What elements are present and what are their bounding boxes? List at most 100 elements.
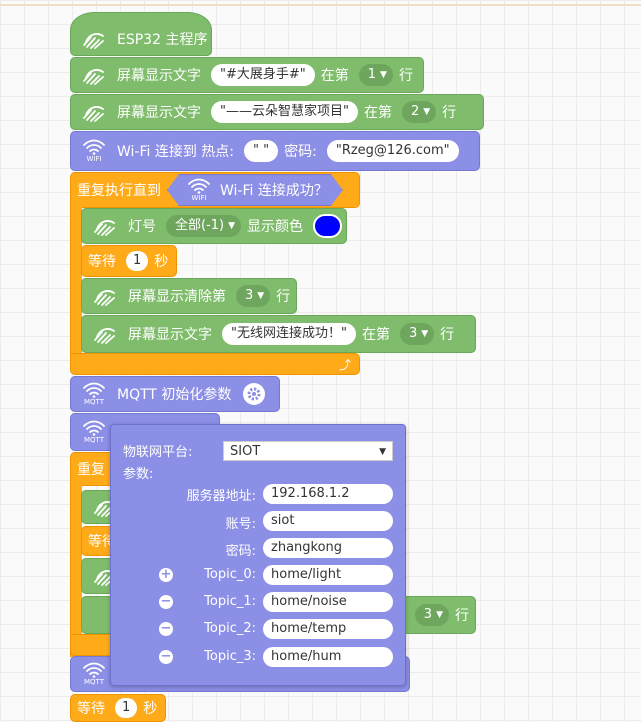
row-dropdown[interactable]: 2 ▼ [401,101,437,123]
password-label: 密码: [284,144,317,160]
account-input[interactable]: siot [263,511,393,531]
platform-label: 物联网平台: [123,445,193,460]
hand-icon [79,26,109,52]
row-value: 3 [408,326,418,341]
password-value: zhangkong [271,540,343,555]
wifi-icon-text: WIFI [86,155,102,163]
password-input[interactable]: zhangkong [263,538,393,558]
topic-3-label: Topic_3: [204,649,256,664]
screen-text-label: 屏幕显示文字 [128,327,212,343]
platform-select[interactable]: SIOT ▼ [223,441,393,461]
screen-clear-label: 屏幕显示清除第 [128,289,226,305]
wait-input[interactable]: 1 [126,251,149,271]
repeat-until-label: 重复执行直到 [77,183,161,199]
color-label: 显示颜色 [247,219,304,235]
platform-value: SIOT [230,444,261,459]
wait-label: 等待 [77,701,105,717]
row-dropdown[interactable]: 3 ▼ [399,323,435,345]
chevron-down-icon: ▼ [228,221,236,231]
row-prefix: 在第 [320,68,349,84]
account-value: siot [271,513,295,528]
mqtt-wifi-icon: MQTT [79,661,109,687]
led-value: 全部(-1) [175,218,225,233]
repeat-until-foot: ⤴ [70,353,360,375]
loop-arrow-icon: ⤴ [338,357,351,372]
hand-icon [79,99,109,125]
gear-icon[interactable] [243,383,266,405]
wifi-connect-block[interactable]: WIFI Wi-Fi 连接到 热点: " " 密码: "Rzeg@126.com… [70,131,480,171]
screen-text-label: 屏幕显示文字 [117,68,201,84]
wait-input[interactable]: 1 [115,698,138,718]
led-label: 灯号 [128,219,156,235]
topic-0-input[interactable]: home/light [263,565,393,585]
text-input[interactable]: "——云朵智慧家项目" [211,101,358,123]
row-dropdown[interactable]: 3 ▼ [414,604,449,626]
chevron-down-icon: ▼ [380,70,387,80]
hand-icon [79,62,109,88]
hand-icon [90,321,120,347]
topic-0-label: Topic_0: [204,567,256,582]
mqtt-init-label: MQTT 初始化参数 [117,387,232,403]
row-suffix: 行 [442,105,457,121]
row-prefix: 在第 [363,105,392,121]
mqtt-wifi-icon: MQTT [79,381,109,407]
screen-text-label: 屏幕显示文字 [117,105,201,121]
wait-block[interactable]: 等待 1 秒 [81,245,177,277]
led-color-block[interactable]: 灯号 全部(-1) ▼ 显示颜色 [81,208,347,244]
mqtt-icon-text: MQTT [84,678,104,686]
row-prefix: 在第 [361,327,390,343]
text-input[interactable]: "无线网连接成功！" [222,323,356,345]
chevron-down-icon: ▼ [436,610,443,620]
row-dropdown[interactable]: 3 ▼ [236,285,271,307]
wait-unit: 秒 [143,701,158,717]
mqtt-wifi-icon: MQTT [79,419,109,445]
screen-text-block-1[interactable]: 屏幕显示文字 "#大展身手#" 在第 1 ▼ 行 [70,57,424,93]
row-suffix: 行 [276,289,291,305]
server-address-label: 服务器地址: [186,489,256,504]
chevron-down-icon: ▼ [257,291,265,301]
topic-3-value: home/hum [271,649,342,664]
led-dropdown[interactable]: 全部(-1) ▼ [166,215,242,237]
wifi-connect-label: Wi-Fi 连接到 热点: [117,144,235,160]
screen-text-block-2[interactable]: 屏幕显示文字 "——云朵智慧家项目" 在第 2 ▼ 行 [70,94,484,130]
params-label: 参数: [123,467,154,482]
screen-text-block-3[interactable]: 屏幕显示文字 "无线网连接成功！" 在第 3 ▼ 行 [81,315,476,353]
wait-label: 等待 [88,254,116,270]
mqtt-icon-text: MQTT [84,398,104,406]
wifi-icon: WIFI [184,177,214,203]
wait-block-bottom[interactable]: 等待 1 秒 [70,694,166,722]
condition-label: Wi-Fi 连接成功？ [220,183,328,199]
main-program-label: ESP32 主程序 [117,32,208,48]
topic-2-value: home/temp [271,621,347,636]
topic-2-input[interactable]: home/temp [263,619,393,639]
wifi-icon-text: WIFI [191,194,207,202]
row-value: 2 [410,104,420,119]
mqtt-icon-text: MQTT [84,436,104,444]
hand-icon [90,213,120,239]
color-picker[interactable] [313,214,342,238]
topic-1-label: Topic_1: [204,594,256,609]
password-input[interactable]: "Rzeg@126.com" [326,140,459,162]
wifi-icon: WIFI [79,138,109,164]
repeat-until-block[interactable]: 重复执行直到 WIFI Wi-Fi 连接成功？ [70,172,360,208]
topic-3-input[interactable]: home/hum [263,647,393,667]
mqtt-settings-popup: 物联网平台: SIOT ▼ 参数: 服务器地址: 192.168.1.2 账号:… [110,424,406,686]
topic-0-value: home/light [271,567,342,582]
top-border [0,4,641,6]
esp32-main-program-block[interactable]: ESP32 主程序 [70,12,212,56]
text-input[interactable]: "#大展身手#" [211,64,315,86]
row-value: 1 [367,67,377,82]
screen-clear-block[interactable]: 屏幕显示清除第 3 ▼ 行 [81,278,297,314]
row-suffix: 行 [398,68,413,84]
server-address-input[interactable]: 192.168.1.2 [263,484,393,504]
password-label: 密码: [225,544,256,559]
mqtt-init-block[interactable]: MQTT MQTT 初始化参数 [70,376,280,412]
row-value: 3 [423,607,433,622]
wifi-connected-condition[interactable]: WIFI Wi-Fi 连接成功？ [167,174,343,206]
row-value: 3 [245,288,254,303]
topic-1-input[interactable]: home/noise [263,592,393,612]
row-dropdown[interactable]: 1 ▼ [358,64,393,86]
chevron-down-icon: ▼ [379,447,386,457]
ssid-input[interactable]: " " [244,140,279,162]
row-suffix: 行 [455,608,469,624]
